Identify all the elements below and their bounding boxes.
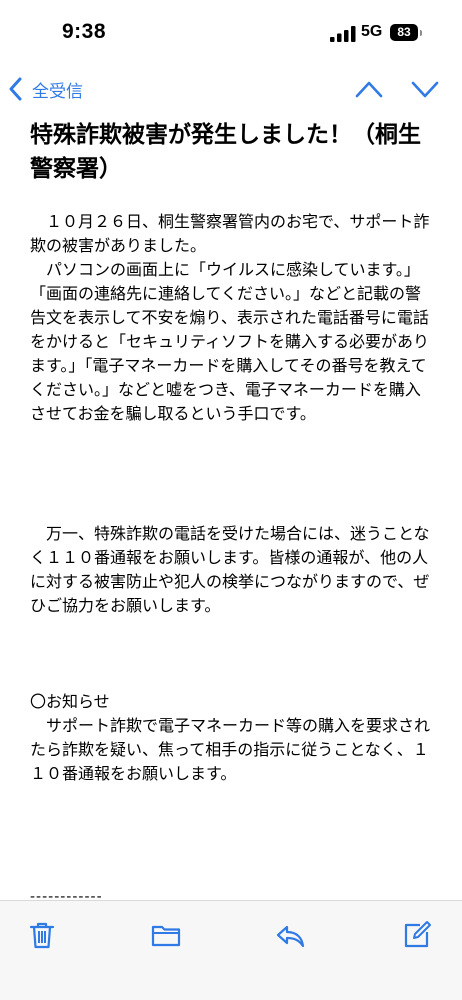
body-paragraph-1: １０月２６日、桐生警察署管内のお宅で、サポート詐欺の被害がありました。: [30, 212, 430, 255]
nav-bar: 全受信: [0, 62, 462, 114]
delete-button[interactable]: [26, 919, 58, 951]
reply-icon: [276, 925, 305, 948]
chevron-down-icon[interactable]: [410, 76, 440, 102]
status-time: 9:38: [62, 20, 107, 43]
message-body: 特殊詐欺被害が発生しました！（桐生警察署） １０月２６日、桐生警察署管内のお宅で…: [0, 114, 462, 900]
compose-button[interactable]: [400, 919, 432, 951]
notice-heading: 〇お知らせ: [30, 692, 110, 711]
notice-body: サポート詐欺で電子マネーカード等の購入を要求されたら詐欺を疑い、焦って相手の指示…: [30, 716, 431, 783]
status-bar: 9:38 5G 83: [0, 0, 462, 62]
battery-level: 83: [397, 25, 411, 39]
chevron-up-icon[interactable]: [354, 76, 384, 102]
folder-icon: [151, 925, 181, 947]
mail-screen: 9:38 5G 83 全受信 特殊詐欺被害が発生しました！（桐生警察署） １０月…: [0, 0, 462, 1000]
back-button[interactable]: 全受信: [8, 74, 83, 104]
move-to-folder-button[interactable]: [150, 919, 182, 951]
network-type: 5G: [361, 23, 383, 40]
battery-icon: 83: [390, 24, 418, 41]
chevron-left-icon: [9, 77, 22, 101]
reply-button[interactable]: [274, 919, 306, 951]
message-subject: 特殊詐欺被害が発生しました！（桐生警察署）: [30, 122, 421, 182]
separator-line: ------------: [30, 889, 103, 900]
bottom-toolbar: [0, 900, 462, 1000]
trash-icon: [29, 922, 55, 949]
battery-tip: [420, 30, 422, 36]
back-label: 全受信: [32, 81, 83, 102]
compose-icon: [404, 921, 431, 948]
body-paragraph-2: パソコンの画面上に「ウイルスに感染しています。」「画面の連絡先に連絡してください…: [30, 260, 430, 423]
body-paragraph-3: 万一、特殊詐欺の電話を受けた場合には、迷うことなく１１０番通報をお願いします。皆…: [30, 524, 430, 615]
cellular-signal-icon: [330, 26, 356, 42]
